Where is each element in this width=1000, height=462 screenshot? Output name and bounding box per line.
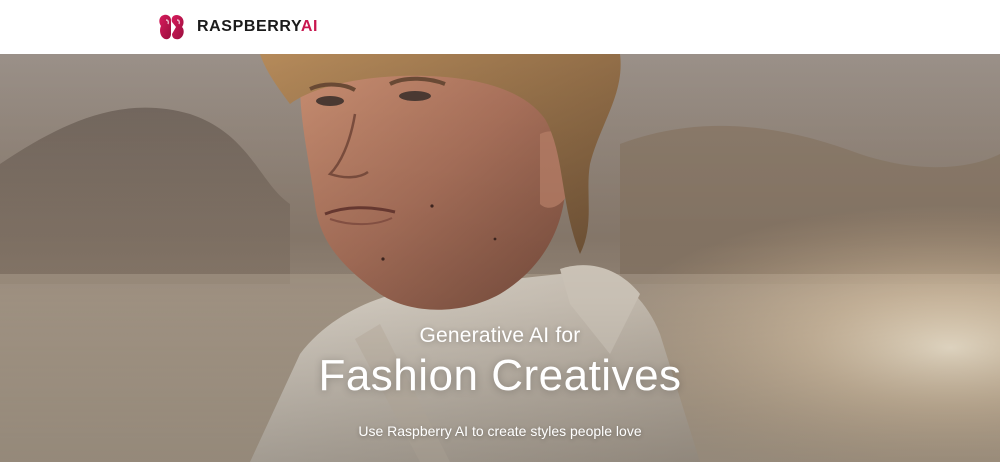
page: RASPBERRYAI Generative AI for Fashion Cr… — [0, 0, 1000, 462]
hero-title: Fashion Creatives — [318, 351, 682, 400]
hero-subtitle: Use Raspberry AI to create styles people… — [358, 423, 642, 439]
brand-wordmark: RASPBERRYAI — [197, 18, 318, 36]
brand-logo-link[interactable]: RASPBERRYAI — [157, 12, 318, 42]
hero-kicker: Generative AI for — [419, 324, 581, 347]
hero-section: Generative AI for Fashion Creatives Use … — [0, 54, 1000, 462]
hero-copy: Generative AI for Fashion Creatives Use … — [0, 54, 1000, 462]
brand-name-accent: AI — [300, 18, 319, 35]
site-header: RASPBERRYAI — [0, 0, 1000, 54]
raspberry-logo-icon — [159, 14, 184, 40]
brand-name-main: RASPBERRY — [197, 18, 301, 35]
